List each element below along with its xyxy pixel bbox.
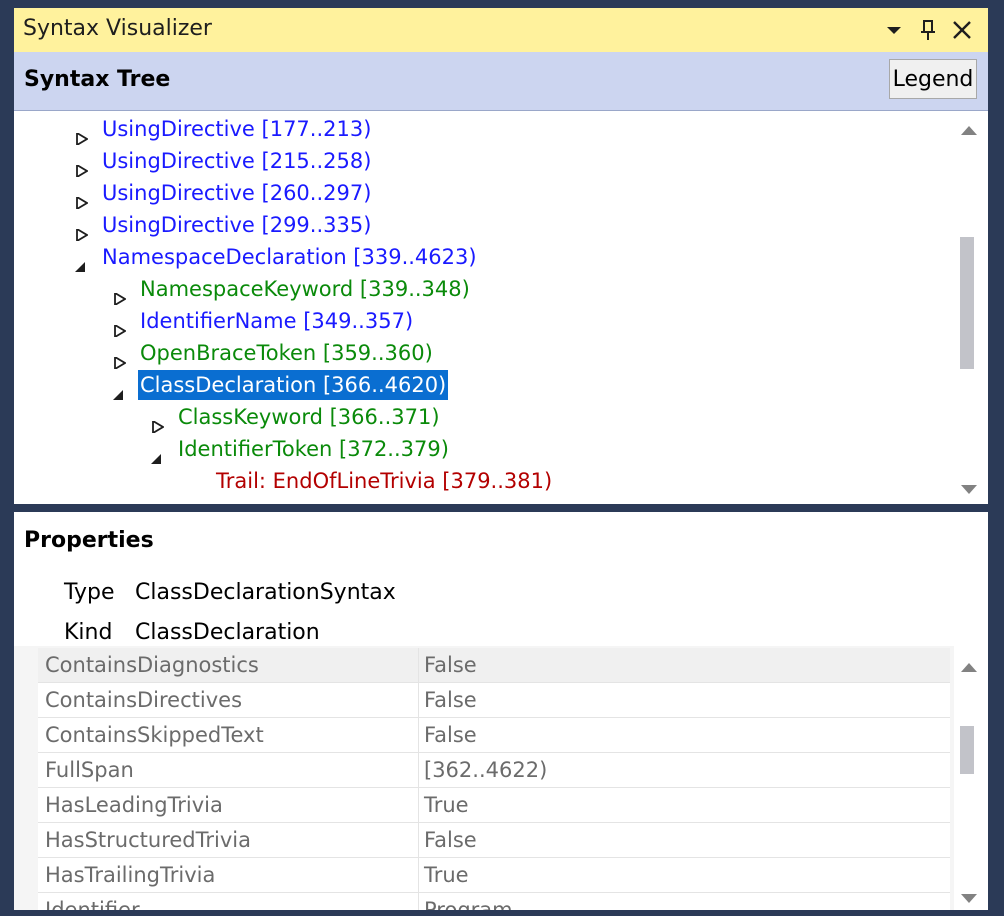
property-value: True — [424, 793, 469, 817]
scrollbar-thumb[interactable] — [960, 237, 974, 369]
property-name: ContainsDirectives — [45, 688, 243, 712]
dropdown-arrow-icon[interactable] — [880, 16, 908, 44]
scroll-up-icon[interactable] — [960, 658, 978, 677]
collapse-icon[interactable] — [150, 443, 162, 464]
expand-icon[interactable] — [76, 219, 89, 243]
tree-node-label: OpenBraceToken [359..360) — [140, 341, 433, 365]
tree-node[interactable]: NamespaceKeyword [339..348) — [14, 274, 954, 307]
property-name: HasTrailingTrivia — [45, 863, 216, 887]
tree-node-label: UsingDirective [260..297) — [102, 181, 372, 205]
property-row[interactable]: ContainsDiagnostics False — [38, 648, 950, 683]
tree-node-label: UsingDirective [299..335) — [102, 213, 372, 237]
property-value: False — [424, 828, 477, 852]
properties-scrollbar[interactable] — [954, 646, 988, 910]
tree-node[interactable]: UsingDirective [215..258) — [14, 146, 954, 179]
window-title: Syntax Visualizer — [23, 16, 212, 41]
tree-node[interactable]: UsingDirective [299..335) — [14, 210, 954, 243]
tree-node-selected[interactable]: ClassDeclaration [366..4620) — [14, 370, 954, 400]
expand-icon[interactable] — [76, 187, 89, 211]
property-value: False — [424, 688, 477, 712]
property-name: Identifier — [45, 898, 140, 910]
property-value: [362..4622) — [424, 758, 548, 782]
tree-node-label: ClassKeyword [366..371) — [178, 405, 440, 429]
expand-icon[interactable] — [114, 315, 127, 339]
type-value: ClassDeclarationSyntax — [135, 580, 396, 605]
property-row[interactable]: ContainsDirectives False — [38, 683, 950, 718]
collapse-icon[interactable] — [74, 251, 86, 272]
property-row[interactable]: HasTrailingTrivia True — [38, 858, 950, 893]
scroll-up-icon[interactable] — [960, 121, 978, 140]
tree-node-label: ClassDeclaration [366..4620) — [138, 370, 449, 400]
kind-value: ClassDeclaration — [135, 620, 320, 645]
pane-splitter[interactable] — [14, 504, 988, 512]
tree-node-label: NamespaceDeclaration [339..4623) — [102, 245, 477, 269]
property-value: Program — [424, 898, 513, 910]
close-icon[interactable] — [948, 16, 976, 44]
property-row[interactable]: HasStructuredTrivia False — [38, 823, 950, 858]
tree-node[interactable]: Trail: EndOfLineTrivia [379..381) — [14, 466, 954, 496]
property-name: HasStructuredTrivia — [45, 828, 251, 852]
title-bar: Syntax Visualizer — [14, 8, 988, 52]
property-value: True — [424, 863, 469, 887]
property-grid[interactable]: ContainsDiagnostics False ContainsDirect… — [14, 646, 954, 910]
pin-icon[interactable] — [914, 16, 942, 44]
expand-icon[interactable] — [152, 411, 165, 435]
properties-pane: Properties Type ClassDeclarationSyntax K… — [14, 512, 988, 910]
tree-node[interactable]: UsingDirective [260..297) — [14, 178, 954, 211]
property-row[interactable]: FullSpan [362..4622) — [38, 753, 950, 788]
syntax-tree-title: Syntax Tree — [24, 67, 171, 92]
tree-node[interactable]: NamespaceDeclaration [339..4623) — [14, 242, 954, 272]
kind-label: Kind — [64, 620, 113, 645]
property-name: FullSpan — [45, 758, 134, 782]
tree-scrollbar[interactable] — [954, 111, 988, 504]
scrollbar-thumb[interactable] — [960, 726, 974, 774]
expand-icon[interactable] — [114, 283, 127, 307]
tree-node-label: IdentifierName [349..357) — [140, 309, 414, 333]
tree-node-label: UsingDirective [215..258) — [102, 149, 372, 173]
property-value: False — [424, 723, 477, 747]
expand-icon[interactable] — [76, 123, 89, 147]
expand-icon[interactable] — [114, 347, 127, 371]
tree-node-label: UsingDirective [177..213) — [102, 117, 372, 141]
property-row[interactable]: ContainsSkippedText False — [38, 718, 950, 753]
collapse-icon[interactable] — [112, 379, 124, 400]
property-value: False — [424, 653, 477, 677]
type-label: Type — [64, 580, 115, 605]
window-frame: Syntax Visualizer Syntax Tree Legend Usi… — [0, 0, 1004, 916]
legend-button[interactable]: Legend — [889, 59, 977, 99]
syntax-tree-header: Syntax Tree Legend — [14, 52, 988, 111]
properties-title: Properties — [24, 528, 154, 553]
tree-node[interactable]: IdentifierToken [372..379) — [14, 434, 954, 464]
tree-node[interactable]: OpenBraceToken [359..360) — [14, 338, 954, 371]
syntax-visualizer-window: Syntax Visualizer Syntax Tree Legend Usi… — [14, 8, 988, 910]
tree-node[interactable]: UsingDirective [177..213) — [14, 114, 954, 147]
property-name: ContainsDiagnostics — [45, 653, 259, 677]
scroll-down-icon[interactable] — [960, 481, 978, 500]
syntax-tree[interactable]: UsingDirective [177..213) UsingDirective… — [14, 111, 954, 504]
expand-icon[interactable] — [76, 155, 89, 179]
property-name: ContainsSkippedText — [45, 723, 264, 747]
tree-node-label: Trail: EndOfLineTrivia [379..381) — [216, 469, 553, 493]
property-row[interactable]: Identifier Program — [38, 893, 950, 910]
tree-node-label: NamespaceKeyword [339..348) — [140, 277, 470, 301]
property-row[interactable]: HasLeadingTrivia True — [38, 788, 950, 823]
property-name: HasLeadingTrivia — [45, 793, 223, 817]
scroll-down-icon[interactable] — [960, 890, 978, 909]
tree-node-label: IdentifierToken [372..379) — [178, 437, 449, 461]
tree-node[interactable]: ClassKeyword [366..371) — [14, 402, 954, 435]
tree-node[interactable]: IdentifierName [349..357) — [14, 306, 954, 339]
